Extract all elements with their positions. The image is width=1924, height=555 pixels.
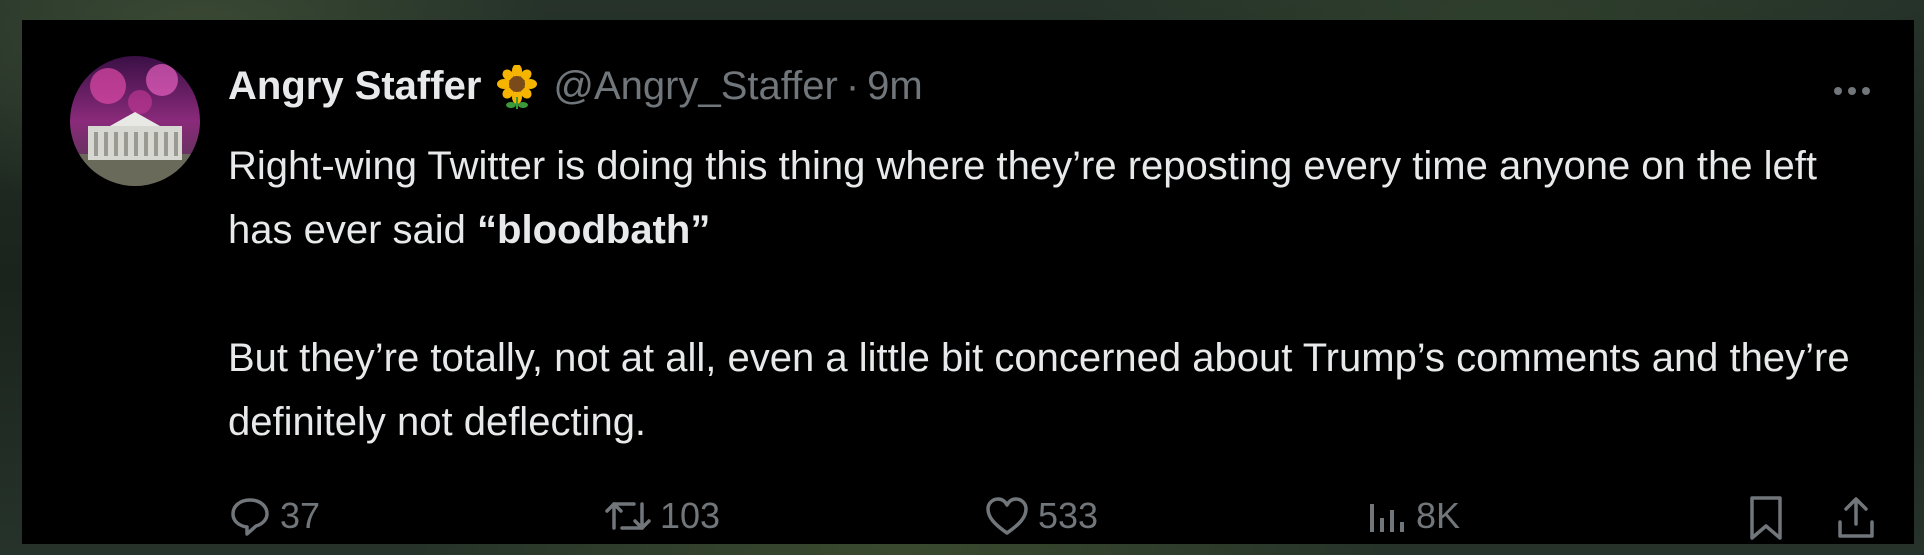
- tweet-text-bold: “bloodbath”: [477, 208, 711, 252]
- like-count: 533: [1038, 495, 1099, 536]
- bar-chart-icon: [1364, 494, 1408, 538]
- heart-icon: [984, 494, 1030, 538]
- views-button[interactable]: 8K: [1364, 494, 1460, 538]
- reply-button[interactable]: 37: [228, 494, 320, 538]
- speech-bubble-icon: [228, 494, 272, 538]
- tweet-card[interactable]: Angry Staffer @Angry_Staffer · 9m Right-…: [22, 20, 1914, 544]
- reply-count: 37: [280, 495, 321, 536]
- repost-arrows-icon: [604, 494, 652, 538]
- tweet-text: Right-wing Twitter is doing this thing w…: [228, 134, 1868, 454]
- share-button[interactable]: [1834, 494, 1878, 542]
- separator-dot: ·: [845, 64, 860, 108]
- repost-count: 103: [660, 495, 721, 536]
- tweet-paragraph-1: Right-wing Twitter is doing this thing w…: [228, 134, 1868, 262]
- share-upload-icon: [1834, 494, 1878, 542]
- bookmark-icon: [1744, 494, 1788, 542]
- action-bar: 37 103 533 8K: [228, 494, 1888, 550]
- tweet-paragraph-2: But they’re totally, not at all, even a …: [228, 336, 1850, 444]
- author-handle[interactable]: @Angry_Staffer: [553, 64, 837, 109]
- like-button[interactable]: 533: [984, 494, 1098, 538]
- repost-button[interactable]: 103: [604, 494, 720, 538]
- sunflower-icon: [495, 63, 539, 109]
- timestamp[interactable]: 9m: [867, 64, 923, 109]
- author-name[interactable]: Angry Staffer: [228, 64, 481, 109]
- tweet-text-part1: Right-wing Twitter is doing this thing w…: [228, 144, 1817, 252]
- ellipsis-icon[interactable]: [1822, 76, 1882, 106]
- views-count: 8K: [1416, 495, 1461, 536]
- tweet-header: Angry Staffer @Angry_Staffer · 9m: [228, 63, 923, 109]
- bookmark-button[interactable]: [1744, 494, 1788, 542]
- avatar[interactable]: [70, 56, 200, 186]
